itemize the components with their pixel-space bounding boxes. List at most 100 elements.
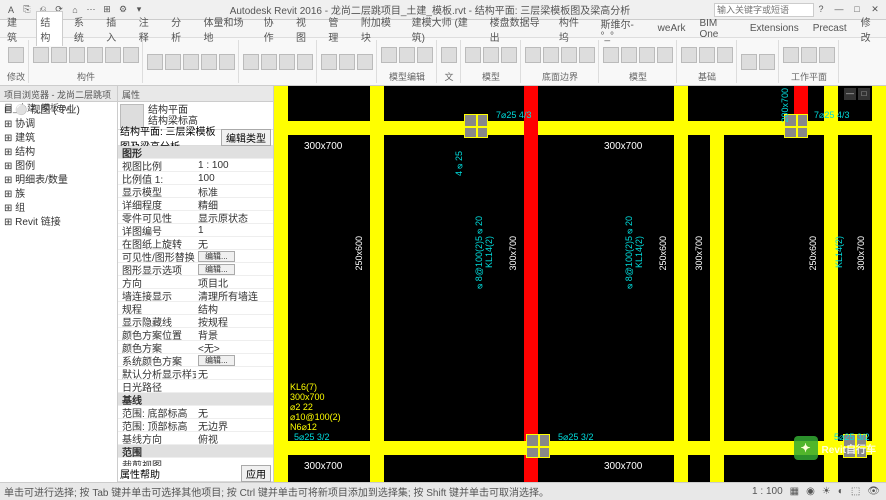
crop-icon[interactable]: ⬚ — [849, 486, 862, 497]
property-value[interactable]: 编辑... — [196, 355, 273, 366]
column[interactable] — [526, 434, 550, 458]
ribbon-button[interactable] — [561, 47, 577, 63]
tree-item[interactable]: ⊞ 明细表/数量 — [4, 174, 113, 188]
tab-plugin4[interactable]: 斯维尔-°_° — [598, 14, 647, 44]
tree-item[interactable]: ⊞ 族 — [4, 188, 113, 202]
properties-list[interactable]: 图形视图比例1 : 100比例值 1:100显示模型标准详细程度精细零件可见性显… — [118, 146, 273, 466]
ribbon-button[interactable] — [261, 54, 277, 70]
ribbon-button[interactable] — [357, 54, 373, 70]
max-view-icon[interactable]: □ — [858, 88, 870, 100]
shadows-icon[interactable]: ◐ — [836, 486, 846, 497]
ribbon-button[interactable] — [243, 54, 259, 70]
ribbon-button[interactable] — [33, 47, 49, 63]
ribbon-button[interactable] — [699, 47, 715, 63]
scale-display[interactable]: 1 : 100 — [750, 486, 785, 497]
ribbon-button[interactable] — [579, 47, 595, 63]
detail-icon[interactable]: ▦ — [788, 486, 801, 497]
sun-path-icon[interactable]: ☀ — [820, 486, 833, 497]
ribbon-button[interactable] — [621, 47, 637, 63]
rebar-annotation: 5⌀25 3/2 — [294, 432, 329, 442]
beam-vertical[interactable] — [710, 121, 724, 482]
property-value[interactable]: 无 — [196, 366, 273, 381]
ribbon-button[interactable] — [819, 47, 835, 63]
beam-vertical[interactable] — [824, 86, 838, 482]
ribbon-button[interactable] — [219, 54, 235, 70]
column[interactable] — [464, 114, 488, 138]
properties-panel[interactable]: 属性 结构平面 结构梁标高 结构平面: 三层梁模板图及梁高分析 编辑类型 图形视… — [118, 86, 274, 482]
edit-type-button[interactable]: 编辑类型 — [221, 129, 271, 146]
property-value[interactable]: 编辑... — [196, 264, 273, 275]
tree-item[interactable]: ⊞ 建筑 — [4, 132, 113, 146]
ribbon-button[interactable] — [717, 47, 733, 63]
beam-vertical[interactable] — [872, 86, 886, 482]
tree-item[interactable]: ⊞ 结构 — [4, 146, 113, 160]
ribbon-button[interactable] — [279, 54, 295, 70]
ribbon-button[interactable] — [465, 47, 481, 63]
min-view-icon[interactable]: — — [844, 88, 856, 100]
ribbon-button[interactable] — [525, 47, 541, 63]
ribbon-button[interactable] — [321, 54, 337, 70]
property-value[interactable]: 显示原状态 — [196, 210, 273, 225]
ribbon-button[interactable] — [399, 47, 415, 63]
tab-modify[interactable]: 修改 — [858, 12, 882, 46]
beam-vertical[interactable] — [674, 86, 688, 482]
ribbon-button[interactable] — [69, 47, 85, 63]
property-value[interactable]: 100 — [196, 173, 273, 184]
ribbon-button[interactable] — [501, 47, 517, 63]
hide-icon[interactable]: 👁 — [865, 486, 882, 497]
ribbon-button[interactable] — [297, 54, 313, 70]
minimize-icon[interactable]: — — [832, 4, 846, 16]
ribbon-button[interactable] — [381, 47, 397, 63]
tree-item[interactable]: ⊟ ⚪ 视图 (专业) — [4, 104, 113, 118]
tree-item[interactable]: ⊞ 图例 — [4, 160, 113, 174]
ribbon-button[interactable] — [783, 47, 799, 63]
property-value[interactable]: 1 — [196, 225, 273, 236]
help-icon[interactable]: ? — [814, 4, 828, 16]
ribbon-button[interactable] — [657, 47, 673, 63]
drawing-canvas[interactable]: — □ ✕ 300x700 300x700 300x700 300x700 25… — [274, 86, 886, 482]
property-value[interactable]: 编辑... — [196, 251, 273, 262]
ribbon-button[interactable] — [759, 54, 775, 70]
beam-annotation: ⌀8@100(2)5⌀20 — [624, 216, 634, 291]
help-link[interactable]: 属性帮助 — [120, 466, 241, 481]
property-value[interactable]: 俯视 — [196, 431, 273, 446]
ribbon-button[interactable] — [741, 54, 757, 70]
project-browser[interactable]: 项目浏览器 - 龙尚二层跳项目_土建_模板.rvt ⊟ ⚪ 视图 (专业) ⊞ … — [0, 86, 118, 482]
tab-plugin7[interactable]: Extensions — [747, 21, 802, 36]
apply-button[interactable]: 应用 — [241, 465, 271, 482]
tab-plugin8[interactable]: Precast — [810, 21, 850, 36]
tree-item[interactable]: ⊞ Revit 链接 — [4, 216, 113, 230]
ribbon-button[interactable] — [87, 47, 103, 63]
ribbon-button[interactable] — [123, 47, 139, 63]
property-value[interactable]: <无> — [196, 340, 273, 355]
view-control-bar[interactable]: 1 : 100 ▦ ◉ ☀ ◐ ⬚ 👁 — [750, 486, 882, 497]
ribbon-button[interactable] — [183, 54, 199, 70]
ribbon-button[interactable] — [441, 47, 457, 63]
ribbon-button[interactable] — [543, 47, 559, 63]
ribbon-button[interactable] — [639, 47, 655, 63]
ribbon-button[interactable] — [165, 54, 181, 70]
tab-plugin5[interactable]: weArk — [655, 21, 689, 36]
ribbon-button[interactable] — [483, 47, 499, 63]
tree-item[interactable]: ⊞ 组 — [4, 202, 113, 216]
ribbon-button[interactable] — [105, 47, 121, 63]
ribbon-button[interactable] — [51, 47, 67, 63]
visual-style-icon[interactable]: ◉ — [804, 486, 817, 497]
beam-vertical[interactable] — [370, 86, 384, 482]
beam-vertical-red[interactable] — [524, 86, 538, 482]
help-search-input[interactable] — [714, 3, 814, 17]
ribbon-button[interactable] — [417, 47, 433, 63]
ribbon-button[interactable] — [8, 47, 24, 63]
ribbon-button[interactable] — [681, 47, 697, 63]
ribbon-button[interactable] — [147, 54, 163, 70]
property-value[interactable]: 1 : 100 — [196, 160, 273, 171]
tree-item[interactable]: ⊞ 协调 — [4, 118, 113, 132]
browser-tree[interactable]: ⊟ ⚪ 视图 (专业) ⊞ 协调 ⊞ 建筑 ⊞ 结构⊞ 图例⊞ 明细表/数量⊞ … — [0, 102, 117, 232]
ribbon-button[interactable] — [801, 47, 817, 63]
ribbon-button[interactable] — [603, 47, 619, 63]
property-value[interactable]: 无 — [196, 236, 273, 251]
ribbon-button[interactable] — [339, 54, 355, 70]
ribbon-button[interactable] — [201, 54, 217, 70]
tab-plugin6[interactable]: BIM One — [696, 16, 738, 42]
beam-vertical[interactable] — [274, 86, 288, 482]
